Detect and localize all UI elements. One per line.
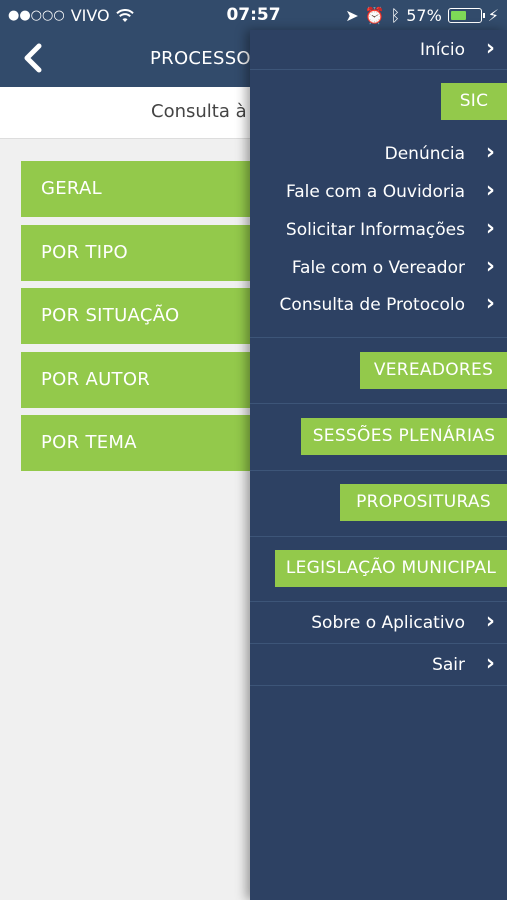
menu-item-inicio[interactable]: Início › — [250, 30, 507, 70]
chevron-right-icon: › — [485, 178, 495, 203]
status-right: ➤ ⏰ ᛒ 57% ⚡ — [345, 6, 499, 25]
query-button-list: GERAL POR TIPO POR SITUAÇÃO POR AUTOR PO… — [21, 161, 281, 479]
location-icon: ➤ — [345, 6, 359, 25]
menu-item-label: Sair — [432, 655, 465, 675]
menu-item-label: Denúncia — [384, 144, 465, 164]
menu-item-fale-vereador[interactable]: Fale com o Vereador › — [250, 248, 507, 288]
por-situacao-button[interactable]: POR SITUAÇÃO — [21, 288, 281, 344]
divider — [250, 69, 507, 70]
charging-icon: ⚡ — [487, 6, 499, 25]
menu-item-denuncia[interactable]: Denúncia › — [250, 134, 507, 174]
menu-item-sobre-aplicativo[interactable]: Sobre o Aplicativo › — [250, 603, 507, 643]
menu-item-label: Consulta de Protocolo — [279, 295, 465, 315]
divider — [250, 470, 507, 471]
por-tipo-button[interactable]: POR TIPO — [21, 224, 281, 281]
divider — [250, 685, 507, 686]
battery-percent: 57% — [406, 6, 442, 25]
chevron-right-icon: › — [485, 36, 495, 61]
chevron-right-icon: › — [485, 216, 495, 241]
battery-icon — [447, 8, 485, 23]
menu-item-consulta-protocolo[interactable]: Consulta de Protocolo › — [250, 285, 507, 325]
divider — [250, 601, 507, 602]
menu-item-label: Solicitar Informações — [285, 220, 465, 240]
divider — [250, 536, 507, 537]
chevron-right-icon: › — [485, 291, 495, 316]
menu-item-ouvidoria[interactable]: Fale com a Ouvidoria › — [250, 172, 507, 212]
por-autor-button[interactable]: POR AUTOR — [21, 351, 281, 408]
chevron-right-icon: › — [485, 140, 495, 165]
menu-item-label: Início — [420, 40, 465, 60]
divider — [250, 643, 507, 644]
menu-item-label: Fale com a Ouvidoria — [285, 182, 465, 202]
menu-item-sair[interactable]: Sair › — [250, 645, 507, 685]
menu-item-solicitar-informacoes[interactable]: Solicitar Informações › — [250, 210, 507, 250]
bluetooth-icon: ᛒ — [390, 6, 401, 25]
menu-vereadores-button[interactable]: VEREADORES — [360, 352, 507, 389]
alarm-icon: ⏰ — [364, 6, 385, 25]
por-tema-button[interactable]: POR TEMA — [21, 415, 281, 471]
menu-sessoes-plenarias-button[interactable]: SESSÕES PLENÁRIAS — [301, 418, 507, 455]
side-menu-drawer: Início › SIC Denúncia › Fale com a Ouvid… — [250, 30, 507, 900]
menu-sic-button[interactable]: SIC — [441, 83, 507, 120]
chevron-right-icon: › — [485, 254, 495, 279]
menu-item-label: Sobre o Aplicativo — [311, 613, 465, 633]
status-bar: ●●○○○ VIVO 07:57 ➤ ⏰ ᛒ 57% ⚡ — [0, 0, 507, 30]
page-title: PROCESSO — [150, 48, 251, 69]
subheader-text: Consulta à — [151, 101, 247, 122]
menu-proposituras-button[interactable]: PROPOSITURAS — [340, 484, 507, 521]
chevron-right-icon: › — [485, 609, 495, 634]
divider — [250, 337, 507, 338]
menu-legislacao-municipal-button[interactable]: LEGISLAÇÃO MUNICIPAL — [275, 550, 507, 587]
chevron-right-icon: › — [485, 651, 495, 676]
divider — [250, 403, 507, 404]
menu-item-label: Fale com o Vereador — [291, 258, 465, 278]
back-icon[interactable] — [20, 42, 48, 74]
geral-button[interactable]: GERAL — [21, 161, 281, 217]
